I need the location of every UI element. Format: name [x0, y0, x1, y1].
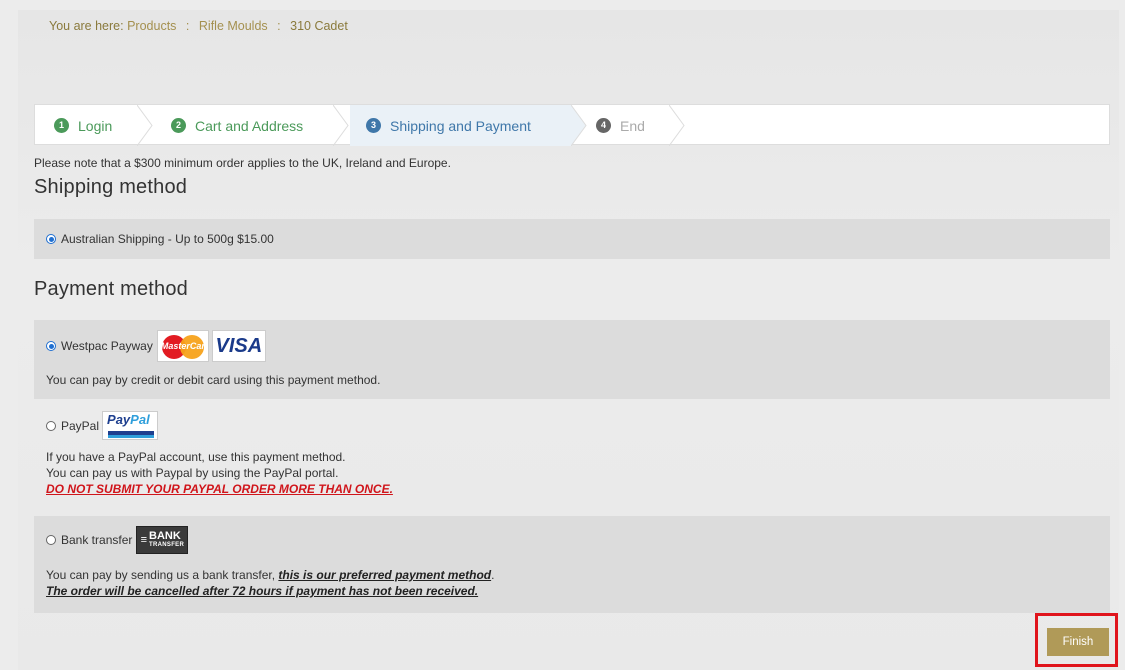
- finish-button[interactable]: Finish: [1047, 628, 1109, 656]
- breadcrumb-separator: :: [277, 19, 281, 33]
- shipping-radio[interactable]: [46, 234, 56, 244]
- step-login[interactable]: 1 Login: [54, 105, 112, 146]
- paypal-warning: DO NOT SUBMIT YOUR PAYPAL ORDER MORE THA…: [46, 482, 393, 496]
- paypal-desc-line1: If you have a PayPal account, use this p…: [46, 450, 346, 464]
- step-end: 4 End: [596, 105, 645, 146]
- paypal-logo-icon: PayPal: [102, 411, 159, 440]
- paypal-description: If you have a PayPal account, use this p…: [46, 449, 393, 497]
- shipping-option-australian[interactable]: Australian Shipping - Up to 500g $15.00: [46, 232, 274, 246]
- bank-transfer-option[interactable]: Bank transfer ≡ BANK TRANSFER: [46, 526, 189, 554]
- westpac-description: You can pay by credit or debit card usin…: [46, 373, 381, 387]
- bank-transfer-radio[interactable]: [46, 535, 56, 545]
- shipping-option-label: Australian Shipping - Up to 500g $15.00: [61, 232, 274, 246]
- breadcrumb: You are here: Products : Rifle Moulds : …: [49, 19, 348, 33]
- paypal-option[interactable]: PayPal PayPal: [46, 411, 159, 440]
- step-label: Shipping and Payment: [390, 117, 531, 134]
- step-cart-and-address[interactable]: 2 Cart and Address: [171, 105, 303, 146]
- westpac-radio[interactable]: [46, 341, 56, 351]
- bank-transfer-logo-icon: ≡ BANK TRANSFER: [136, 526, 189, 554]
- breadcrumb-link-rifle-moulds[interactable]: Rifle Moulds: [199, 19, 268, 33]
- westpac-label: Westpac Payway: [61, 339, 153, 353]
- step-divider-icon: [333, 105, 349, 146]
- step-number: 1: [54, 118, 69, 133]
- breadcrumb-separator: :: [185, 19, 190, 33]
- step-shipping-and-payment[interactable]: 3 Shipping and Payment: [350, 105, 571, 146]
- bank-transfer-description: You can pay by sending us a bank transfe…: [46, 568, 495, 598]
- step-divider-icon: [669, 105, 685, 146]
- preferred-method-emphasis: this is our preferred payment method: [278, 568, 492, 582]
- step-number: 2: [171, 118, 186, 133]
- payment-option-bank-transfer: Bank transfer ≡ BANK TRANSFER You can pa…: [34, 516, 1110, 613]
- bank-transfer-warning: The order will be cancelled after 72 hou…: [46, 584, 479, 598]
- paypal-radio[interactable]: [46, 420, 56, 431]
- payment-method-heading: Payment method: [34, 278, 188, 300]
- step-number: 3: [366, 118, 381, 133]
- payment-option-westpac: Westpac Payway MasterCard VISA You can p…: [34, 320, 1110, 399]
- shipping-option-panel: Australian Shipping - Up to 500g $15.00: [34, 219, 1110, 259]
- breadcrumb-current: 310 Cadet: [290, 19, 348, 33]
- westpac-option[interactable]: Westpac Payway MasterCard VISA: [46, 330, 266, 362]
- paypal-desc-line2: You can pay us with Paypal by using the …: [46, 466, 339, 480]
- step-label: Cart and Address: [195, 117, 304, 134]
- shipping-method-heading: Shipping method: [34, 176, 188, 198]
- minimum-order-notice: Please note that a $300 minimum order ap…: [34, 156, 451, 170]
- step-number: 4: [596, 118, 611, 133]
- step-divider-icon: [137, 105, 153, 146]
- step-label: Login: [78, 117, 113, 134]
- payment-option-paypal: PayPal PayPal If you have a PayPal accou…: [34, 399, 1110, 516]
- visa-logo-icon: VISA: [211, 330, 266, 362]
- mastercard-logo-icon: MasterCard: [156, 330, 209, 362]
- breadcrumb-link-products[interactable]: Products: [127, 19, 176, 33]
- bank-transfer-label: Bank transfer: [61, 533, 133, 547]
- checkout-steps: 1 Login 2 Cart and Address 3 Shipping an…: [34, 104, 1110, 146]
- breadcrumb-prefix: You are here:: [49, 19, 124, 33]
- step-label: End: [620, 117, 645, 134]
- paypal-label: PayPal: [61, 418, 100, 433]
- step-divider-icon: [571, 105, 587, 146]
